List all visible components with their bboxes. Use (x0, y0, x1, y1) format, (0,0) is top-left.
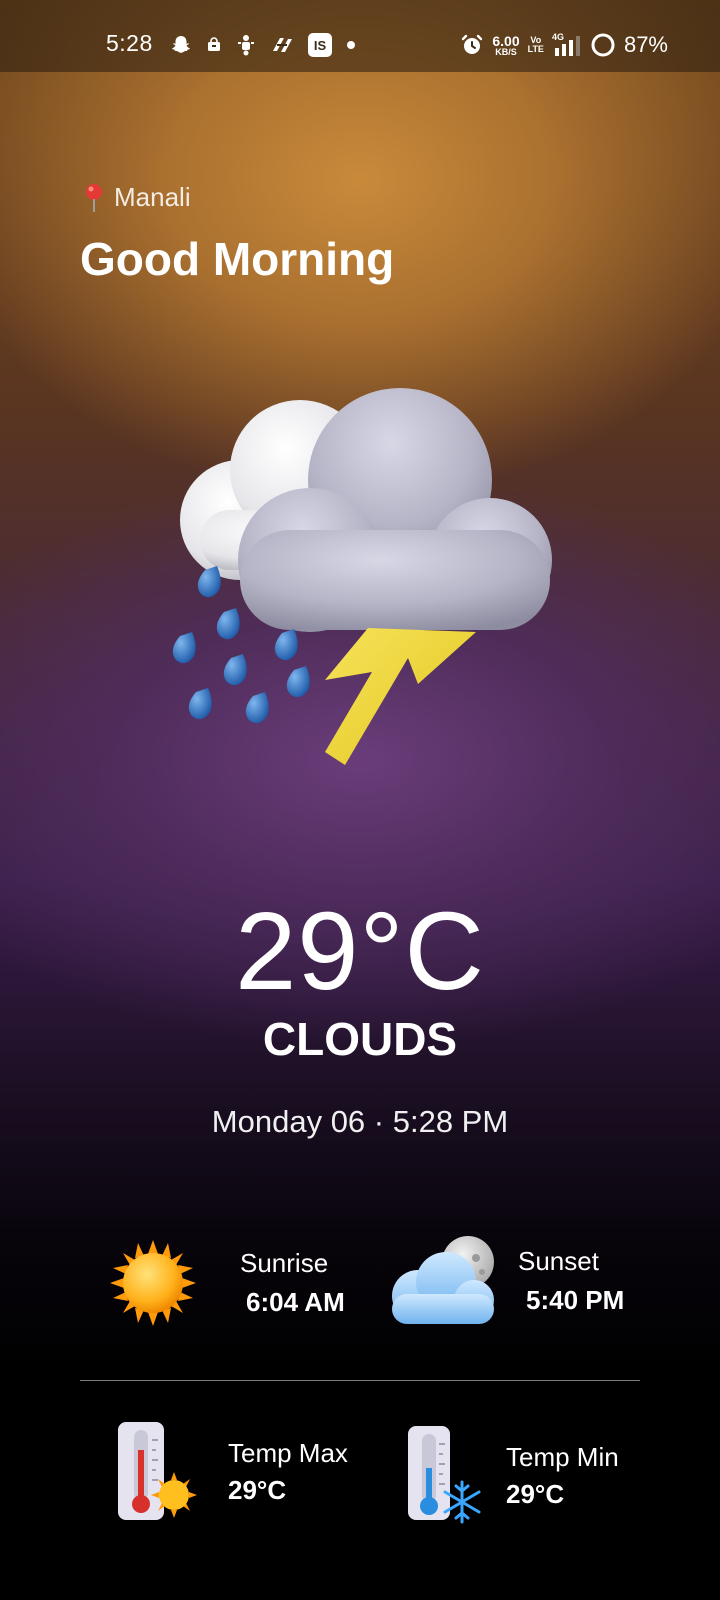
sun-icon (110, 1240, 196, 1326)
sunset-time: 5:40 PM (526, 1285, 625, 1315)
greeting-title: Good Morning (80, 233, 395, 285)
app-logo-icon (273, 38, 292, 52)
volte-indicator: Vo LTE (527, 35, 544, 55)
network-speed-unit: KB/S (495, 46, 517, 57)
more-notifications-dot-icon (347, 41, 355, 49)
network-speed: 6.00 KB/S (492, 34, 519, 57)
delivery-icon (238, 35, 254, 56)
thunderstorm-cloud-rain-icon (172, 388, 552, 765)
temp-max-stat: Temp Max 29°C (114, 1420, 348, 1524)
thermometer-hot-icon (118, 1422, 197, 1520)
battery-percent: 87% (623, 32, 668, 57)
battery-ring-icon (591, 33, 615, 57)
sunset-stat: Sunset 5:40 PM (386, 1236, 624, 1326)
snapchat-icon (172, 36, 190, 53)
weather-condition: CLOUDS (262, 1013, 458, 1065)
temp-max-value: 29°C (228, 1475, 287, 1505)
status-bar: 5:28 IS 6.00 KB/S Vo LTE 4G 87% (0, 0, 720, 72)
alarm-icon (462, 34, 483, 54)
sunset-label: Sunset (518, 1246, 599, 1276)
sunrise-time: 6:04 AM (246, 1287, 345, 1317)
signal-strength-icon: 4G (552, 32, 582, 58)
temp-min-label: Temp Min (506, 1442, 619, 1472)
thermometer-cold-icon (408, 1426, 481, 1524)
notification-icons: IS (170, 32, 356, 58)
is-app-icon: IS (308, 33, 332, 57)
location-name: Manali (114, 182, 191, 212)
section-divider (80, 1380, 640, 1381)
volte-bottom-label: LTE (527, 44, 544, 54)
network-speed-value: 6.00 (492, 32, 520, 49)
system-icons: 6.00 KB/S Vo LTE 4G 87% (460, 30, 668, 60)
temp-min-value: 29°C (506, 1479, 565, 1509)
current-temperature: 29°C (235, 890, 485, 1013)
sunrise-label: Sunrise (240, 1248, 329, 1278)
temp-min-stat: Temp Min 29°C (404, 1424, 619, 1528)
location-pin-icon (86, 183, 102, 212)
sunrise-stat: Sunrise 6:04 AM (108, 1238, 345, 1328)
svg-text:IS: IS (314, 38, 327, 53)
shopping-bag-icon (208, 37, 220, 51)
location-row[interactable]: Manali (84, 182, 191, 213)
current-datetime: Monday 06 · 5:28 PM (211, 1104, 509, 1139)
weather-screen: 5:28 IS 6.00 KB/S Vo LTE 4G 87% Manali G… (0, 0, 720, 1600)
temp-max-label: Temp Max (228, 1438, 348, 1468)
cloudy-night-icon (392, 1236, 494, 1324)
status-time: 5:28 (106, 30, 153, 56)
